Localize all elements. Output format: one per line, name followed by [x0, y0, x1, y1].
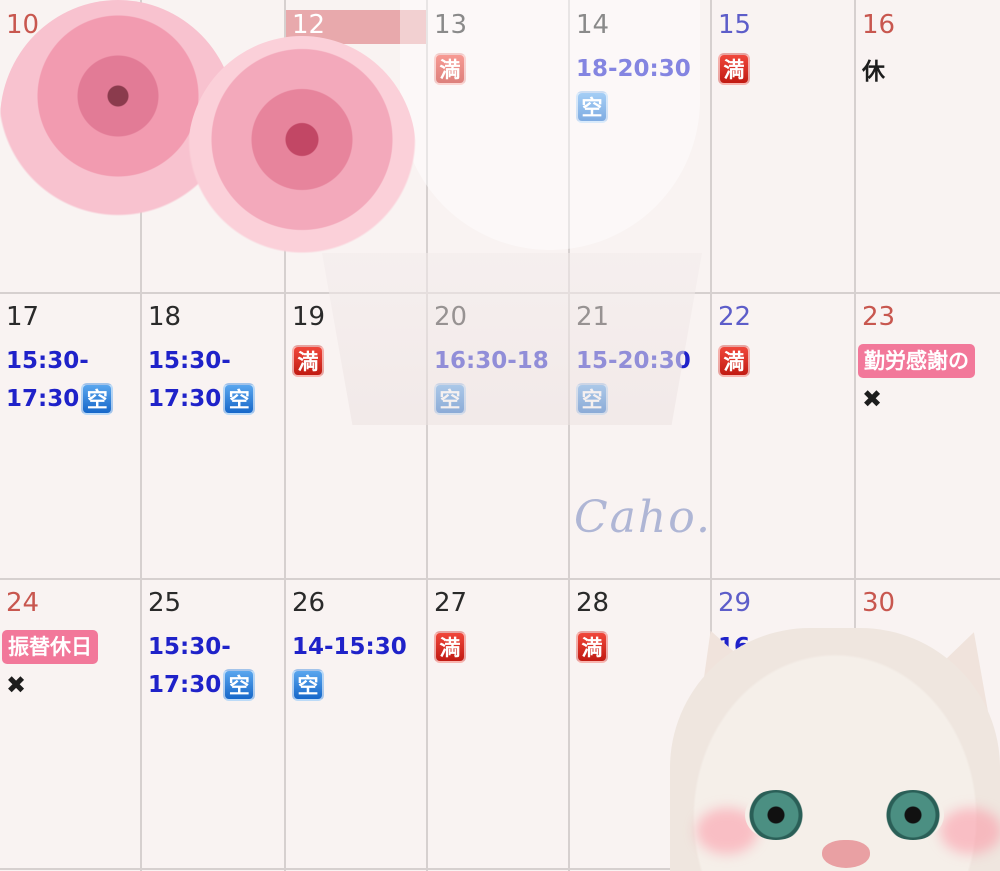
day-cell[interactable]: 18 15:30- 17:30 空	[142, 292, 286, 578]
day-cell[interactable]: 16 休	[856, 0, 1000, 292]
day-number: 29	[718, 588, 752, 618]
day-number: 27	[434, 588, 468, 618]
cross-mark-icon: ✖	[862, 385, 883, 413]
day-number: 22	[718, 302, 752, 332]
day-events: 勤労感謝の ✖	[858, 342, 996, 418]
event-line: 満	[718, 50, 852, 88]
day-cell[interactable]: 24 振替休日 ✖	[0, 578, 142, 868]
event-line: 14-15:30	[292, 628, 424, 666]
vacant-badge: 空	[292, 669, 324, 701]
day-number: 18	[148, 302, 182, 332]
time-slot-text: 17:30	[148, 386, 222, 412]
day-number: 23	[862, 302, 896, 332]
full-badge: 満	[292, 345, 324, 377]
event-line: 満	[434, 628, 566, 666]
event-line: 勤労感謝の	[858, 342, 996, 380]
day-cell[interactable]: 27 満	[428, 578, 570, 868]
vacant-badge: 空	[81, 383, 114, 415]
kitten-nose	[822, 840, 870, 868]
time-slot-text: 15:30-	[148, 348, 231, 374]
day-number: 30	[862, 588, 896, 618]
holiday-label: 勤労感謝の	[858, 344, 975, 378]
day-events: 満	[434, 628, 566, 666]
day-events: 15:30- 17:30 空	[148, 628, 282, 704]
day-events: 振替休日 ✖	[2, 628, 138, 704]
event-line: ✖	[858, 380, 996, 418]
day-events: 14-15:30 空	[292, 628, 424, 704]
event-line: 15:30-	[148, 342, 282, 380]
day-number: 25	[148, 588, 182, 618]
kitten-cheek-right	[940, 808, 1000, 854]
day-number: 24	[6, 588, 40, 618]
day-events: 休	[862, 50, 996, 88]
day-cell[interactable]: 26 14-15:30 空	[286, 578, 428, 868]
event-line: 17:30 空	[148, 380, 282, 418]
cross-mark-icon: ✖	[6, 671, 27, 699]
closed-label: 休	[862, 59, 885, 85]
vacant-badge: 空	[223, 669, 256, 701]
time-slot-text: 17:30	[6, 386, 80, 412]
day-cell[interactable]: 23 勤労感謝の ✖	[856, 292, 1000, 578]
time-slot-text: 15:30-	[148, 634, 231, 660]
event-line: 休	[862, 50, 996, 88]
day-cell[interactable]: 15 満	[712, 0, 856, 292]
event-line: 17:30 空	[6, 380, 138, 418]
event-line: 振替休日	[2, 628, 138, 666]
time-slot-text: 14-15:30	[292, 634, 407, 660]
day-cell[interactable]: 25 15:30- 17:30 空	[142, 578, 286, 868]
full-badge: 満	[718, 345, 750, 377]
day-events: 満	[718, 342, 852, 380]
event-line: 17:30 空	[148, 666, 282, 704]
event-line: 15:30-	[148, 628, 282, 666]
day-number: 28	[576, 588, 610, 618]
day-events: 満	[718, 50, 852, 88]
event-line: 15:30-	[6, 342, 138, 380]
full-badge: 満	[576, 631, 608, 663]
day-events: 15:30- 17:30 空	[6, 342, 138, 418]
day-number: 17	[6, 302, 40, 332]
pink-flower-right	[188, 36, 416, 266]
kitten-eye-right	[882, 790, 944, 840]
full-badge: 満	[718, 53, 750, 85]
event-line: 空	[292, 666, 424, 704]
day-number: 15	[718, 10, 752, 40]
event-line: ✖	[2, 666, 138, 704]
handwritten-signature: Caho.	[574, 492, 712, 543]
day-events: 15:30- 17:30 空	[148, 342, 282, 418]
vacant-badge: 空	[223, 383, 256, 415]
day-number: 19	[292, 302, 326, 332]
holiday-label: 振替休日	[2, 630, 98, 664]
time-slot-text: 15:30-	[6, 348, 89, 374]
time-slot-text: 17:30	[148, 672, 222, 698]
day-cell[interactable]: 22 満	[712, 292, 856, 578]
event-line: 満	[718, 342, 852, 380]
full-badge: 満	[434, 631, 466, 663]
day-number: 16	[862, 10, 896, 40]
kitten-eye-left	[745, 790, 807, 840]
day-number: 26	[292, 588, 326, 618]
day-cell[interactable]: 17 15:30- 17:30 空	[0, 292, 142, 578]
